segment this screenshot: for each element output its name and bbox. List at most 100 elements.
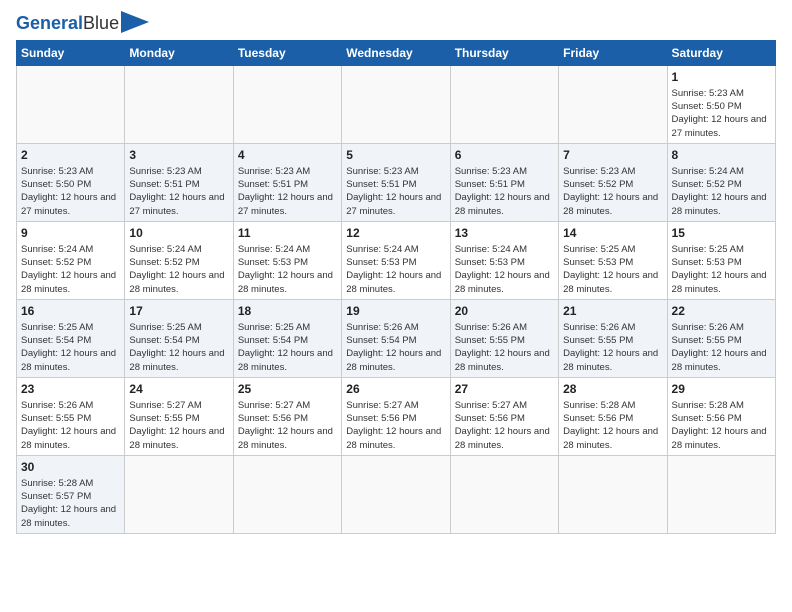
page: GeneralBlue SundayMondayTuesdayWednesday… [0,0,792,546]
logo-icon [121,11,149,33]
day-number: 13 [455,225,554,242]
day-info: Sunrise: 5:23 AM Sunset: 5:50 PM Dayligh… [21,166,116,217]
day-info: Sunrise: 5:23 AM Sunset: 5:51 PM Dayligh… [129,166,224,217]
day-info: Sunrise: 5:24 AM Sunset: 5:53 PM Dayligh… [346,244,441,295]
day-cell: 4Sunrise: 5:23 AM Sunset: 5:51 PM Daylig… [233,143,341,221]
header-row: SundayMondayTuesdayWednesdayThursdayFrid… [17,41,776,66]
day-cell: 18 Sunrise: 5:25 AM Sunset: 5:54 PM Dayli… [233,299,341,377]
week-row-0: 1 Sunrise: 5:23 AM Sunset: 5:50 PM Daylig… [17,66,776,144]
day-info: Sunrise: 5:24 AM Sunset: 5:53 PM Dayligh… [238,244,333,295]
day-cell: 3 Sunrise: 5:23 AM Sunset: 5:51 PM Daylig… [125,143,233,221]
header-cell-friday: Friday [559,41,667,66]
day-cell: 9 Sunrise: 5:24 AM Sunset: 5:52 PM Daylig… [17,221,125,299]
day-number: 26 [346,381,445,398]
day-number: 19 [346,303,445,320]
day-cell: 10Sunrise: 5:24 AM Sunset: 5:52 PM Dayli… [125,221,233,299]
day-number: 5 [346,147,445,164]
day-cell [342,455,450,533]
week-row-3: 16 Sunrise: 5:25 AM Sunset: 5:54 PM Dayli… [17,299,776,377]
day-number: 30 [21,459,120,476]
day-cell [233,66,341,144]
day-number: 6 [455,147,554,164]
day-number: 15 [672,225,771,242]
day-cell: 27 Sunrise: 5:27 AM Sunset: 5:56 PM Dayli… [450,377,558,455]
day-cell: 22 Sunrise: 5:26 AM Sunset: 5:55 PM Dayli… [667,299,775,377]
day-number: 22 [672,303,771,320]
day-cell [125,455,233,533]
day-cell: 24 Sunrise: 5:27 AM Sunset: 5:55 PM Dayli… [125,377,233,455]
day-number: 7 [563,147,662,164]
day-cell: 16 Sunrise: 5:25 AM Sunset: 5:54 PM Dayli… [17,299,125,377]
day-cell: 30 Sunrise: 5:28 AM Sunset: 5:57 PM Dayli… [17,455,125,533]
day-number: 21 [563,303,662,320]
day-cell: 6 Sunrise: 5:23 AM Sunset: 5:51 PM Daylig… [450,143,558,221]
day-cell [450,455,558,533]
day-cell: 13 Sunrise: 5:24 AM Sunset: 5:53 PM Dayli… [450,221,558,299]
week-row-4: 23Sunrise: 5:26 AM Sunset: 5:55 PM Dayli… [17,377,776,455]
day-info: Sunrise: 5:25 AM Sunset: 5:54 PM Dayligh… [238,322,333,373]
day-cell: 8Sunrise: 5:24 AM Sunset: 5:52 PM Daylig… [667,143,775,221]
day-cell: 14Sunrise: 5:25 AM Sunset: 5:53 PM Dayli… [559,221,667,299]
day-info: Sunrise: 5:24 AM Sunset: 5:53 PM Dayligh… [455,244,550,295]
day-cell [559,455,667,533]
day-number: 17 [129,303,228,320]
day-cell: 29Sunrise: 5:28 AM Sunset: 5:56 PM Dayli… [667,377,775,455]
day-number: 23 [21,381,120,398]
day-cell: 2 Sunrise: 5:23 AM Sunset: 5:50 PM Daylig… [17,143,125,221]
day-info: Sunrise: 5:26 AM Sunset: 5:55 PM Dayligh… [672,322,767,373]
day-info: Sunrise: 5:23 AM Sunset: 5:51 PM Dayligh… [346,166,441,217]
day-number: 9 [21,225,120,242]
day-number: 18 [238,303,337,320]
day-cell: 7Sunrise: 5:23 AM Sunset: 5:52 PM Daylig… [559,143,667,221]
header-cell-monday: Monday [125,41,233,66]
day-cell: 20 Sunrise: 5:26 AM Sunset: 5:55 PM Dayli… [450,299,558,377]
day-info: Sunrise: 5:27 AM Sunset: 5:55 PM Dayligh… [129,400,224,451]
day-number: 24 [129,381,228,398]
logo-text: GeneralBlue [16,13,119,34]
day-cell: 12Sunrise: 5:24 AM Sunset: 5:53 PM Dayli… [342,221,450,299]
day-info: Sunrise: 5:28 AM Sunset: 5:57 PM Dayligh… [21,478,116,529]
day-number: 2 [21,147,120,164]
day-info: Sunrise: 5:26 AM Sunset: 5:54 PM Dayligh… [346,322,441,373]
day-cell: 26 Sunrise: 5:27 AM Sunset: 5:56 PM Dayli… [342,377,450,455]
day-cell: 1 Sunrise: 5:23 AM Sunset: 5:50 PM Daylig… [667,66,775,144]
week-row-2: 9 Sunrise: 5:24 AM Sunset: 5:52 PM Daylig… [17,221,776,299]
day-number: 1 [672,69,771,86]
logo: GeneralBlue [16,12,149,34]
header: GeneralBlue [16,12,776,34]
day-info: Sunrise: 5:23 AM Sunset: 5:50 PM Dayligh… [672,88,767,139]
day-cell [667,455,775,533]
day-info: Sunrise: 5:26 AM Sunset: 5:55 PM Dayligh… [563,322,658,373]
day-cell [559,66,667,144]
day-number: 16 [21,303,120,320]
day-cell [342,66,450,144]
day-info: Sunrise: 5:25 AM Sunset: 5:54 PM Dayligh… [21,322,116,373]
day-number: 27 [455,381,554,398]
header-cell-sunday: Sunday [17,41,125,66]
day-cell [233,455,341,533]
day-number: 28 [563,381,662,398]
day-info: Sunrise: 5:27 AM Sunset: 5:56 PM Dayligh… [238,400,333,451]
day-number: 11 [238,225,337,242]
day-number: 20 [455,303,554,320]
day-cell: 28Sunrise: 5:28 AM Sunset: 5:56 PM Dayli… [559,377,667,455]
day-cell: 19 Sunrise: 5:26 AM Sunset: 5:54 PM Dayli… [342,299,450,377]
day-number: 3 [129,147,228,164]
day-info: Sunrise: 5:27 AM Sunset: 5:56 PM Dayligh… [346,400,441,451]
day-number: 25 [238,381,337,398]
day-info: Sunrise: 5:24 AM Sunset: 5:52 PM Dayligh… [21,244,116,295]
day-info: Sunrise: 5:27 AM Sunset: 5:56 PM Dayligh… [455,400,550,451]
day-info: Sunrise: 5:24 AM Sunset: 5:52 PM Dayligh… [672,166,767,217]
day-cell [125,66,233,144]
day-cell [17,66,125,144]
day-cell: 25 Sunrise: 5:27 AM Sunset: 5:56 PM Dayli… [233,377,341,455]
day-info: Sunrise: 5:23 AM Sunset: 5:51 PM Dayligh… [455,166,550,217]
day-cell: 11 Sunrise: 5:24 AM Sunset: 5:53 PM Dayli… [233,221,341,299]
header-cell-saturday: Saturday [667,41,775,66]
day-info: Sunrise: 5:28 AM Sunset: 5:56 PM Dayligh… [672,400,767,451]
day-cell: 23Sunrise: 5:26 AM Sunset: 5:55 PM Dayli… [17,377,125,455]
day-number: 4 [238,147,337,164]
day-cell: 21 Sunrise: 5:26 AM Sunset: 5:55 PM Dayli… [559,299,667,377]
day-info: Sunrise: 5:26 AM Sunset: 5:55 PM Dayligh… [455,322,550,373]
header-cell-wednesday: Wednesday [342,41,450,66]
